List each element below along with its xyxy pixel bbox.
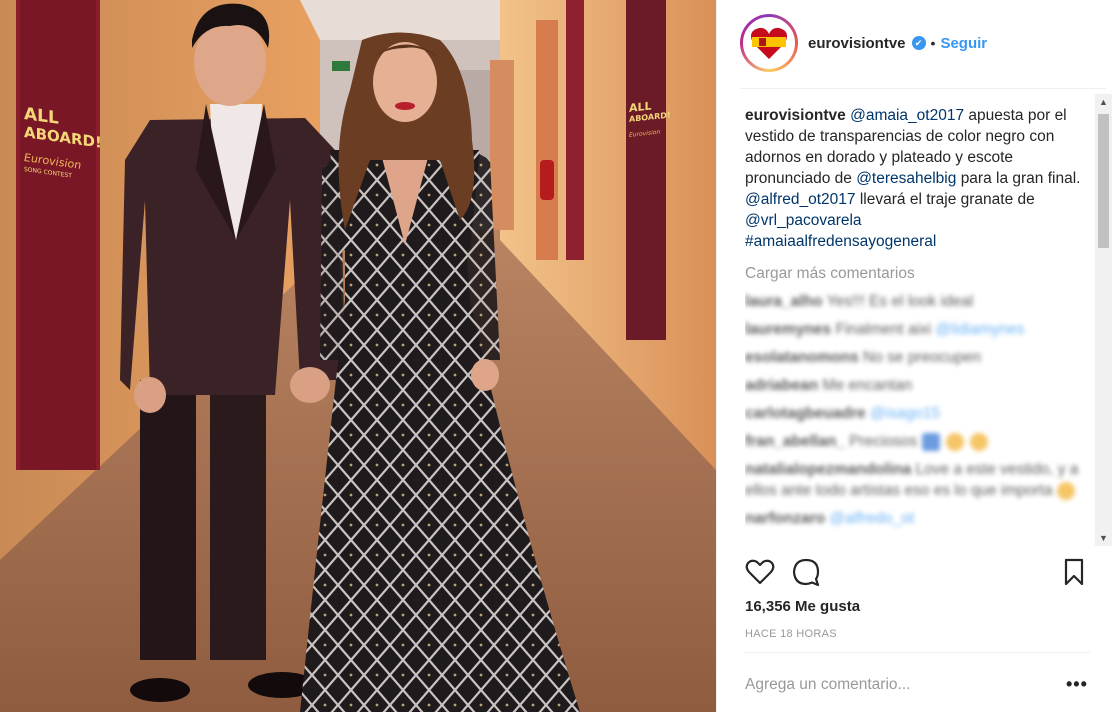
mention-teresahelbig[interactable]: @teresahelbig: [856, 170, 956, 187]
post-header: eurovisiontve ✔ • Seguir: [740, 14, 1090, 72]
action-bar: [744, 556, 1090, 588]
comment-item: narfonzaro @alfredo_ot: [745, 508, 1089, 529]
blurred-comments: laura_alho Yes!!! Es el look ideal laure…: [745, 291, 1089, 529]
emoji-icon: [1056, 481, 1075, 500]
comment-username[interactable]: adriabean: [745, 377, 818, 394]
emoji-icon: [945, 432, 964, 451]
hashtag-link[interactable]: #amaiaalfredensayogeneral: [745, 231, 1089, 252]
mention-amaia[interactable]: @amaia_ot2017: [850, 107, 964, 124]
comment-username[interactable]: lauremynes: [745, 321, 831, 338]
comment-item: lauremynes Finalment aixi @lidiamynes: [745, 319, 1089, 340]
caption: eurovisiontve @amaia_ot2017 apuesta por …: [745, 105, 1089, 252]
scroll-down-arrow-icon[interactable]: ▼: [1095, 530, 1112, 546]
add-comment-input[interactable]: [745, 670, 1055, 700]
avatar[interactable]: [743, 17, 795, 69]
avatar-story-ring[interactable]: [740, 14, 798, 72]
left-sign: ALL ABOARD! Eurovision SONG CONTEST: [24, 104, 102, 183]
follow-button[interactable]: Seguir: [940, 35, 987, 52]
comments-scrollbar[interactable]: ▲ ▼: [1095, 94, 1112, 546]
mention-alfred[interactable]: @alfred_ot2017: [745, 191, 856, 208]
comment-text: Preciosos: [849, 433, 918, 450]
emoji-icon: [970, 432, 989, 451]
comment-item: carlotagbeuadre @isago15: [745, 403, 1089, 424]
comment-username[interactable]: narfonzaro: [745, 510, 825, 527]
comment-item: fran_abellan_ Preciosos: [745, 431, 1089, 452]
scrollbar-thumb[interactable]: [1098, 114, 1109, 248]
comment-username[interactable]: esolatanomons: [745, 349, 859, 366]
verified-badge-icon: ✔: [911, 36, 926, 50]
comment-username[interactable]: fran_abellan_: [745, 433, 845, 450]
comments-list[interactable]: eurovisiontve @amaia_ot2017 apuesta por …: [745, 94, 1089, 546]
heart-icon[interactable]: [744, 556, 776, 588]
comment-mention[interactable]: @lidiamynes: [935, 321, 1024, 338]
author-username[interactable]: eurovisiontve: [808, 35, 906, 52]
post-photo[interactable]: ALL ABOARD! Eurovision SONG CONTEST ALL …: [0, 0, 716, 712]
right-sign: ALL ABOARD! Eurovision: [629, 98, 671, 139]
comment-icon[interactable]: [790, 556, 822, 588]
comment-username[interactable]: laura_alho: [745, 293, 823, 310]
emoji-icon: [921, 432, 940, 451]
comment-username[interactable]: natalialopezmandolina: [745, 461, 911, 478]
comment-item: adriabean Me encantan: [745, 375, 1089, 396]
comment-text: Finalment aixi: [835, 321, 932, 338]
comment-username[interactable]: carlotagbeuadre: [745, 405, 866, 422]
comment-mention[interactable]: @alfredo_ot: [829, 510, 914, 527]
likes-count[interactable]: 16,356 Me gusta: [745, 598, 860, 615]
comment-divider: [744, 652, 1090, 653]
bookmark-icon[interactable]: [1058, 556, 1090, 588]
caption-text-2: para la gran final.: [960, 170, 1081, 187]
post-timestamp[interactable]: HACE 18 HORAS: [745, 628, 837, 640]
photo-scene: [0, 0, 716, 712]
more-options-button[interactable]: •••: [1066, 674, 1088, 695]
comment-item: natalialopezmandolina Love a este vestid…: [745, 459, 1089, 501]
comment-text: Me encantan: [822, 377, 913, 394]
comment-text: Yes!!! Es el look ideal: [826, 293, 974, 310]
header-divider: [740, 88, 1106, 89]
comment-text: No se preocupen: [863, 349, 982, 366]
comment-mention[interactable]: @isago15: [870, 405, 940, 422]
caption-username[interactable]: eurovisiontve: [745, 107, 846, 124]
scroll-up-arrow-icon[interactable]: ▲: [1095, 94, 1112, 110]
mention-vrl-pacovarela[interactable]: @vrl_pacovarela: [745, 212, 862, 229]
load-more-comments-link[interactable]: Cargar más comentarios: [745, 263, 1089, 284]
header-separator: •: [930, 35, 936, 51]
comment-item: laura_alho Yes!!! Es el look ideal: [745, 291, 1089, 312]
comment-item: esolatanomons No se preocupen: [745, 347, 1089, 368]
spain-heart-logo-icon: [751, 27, 787, 59]
caption-text-3: llevará el traje granate de: [859, 191, 1035, 208]
